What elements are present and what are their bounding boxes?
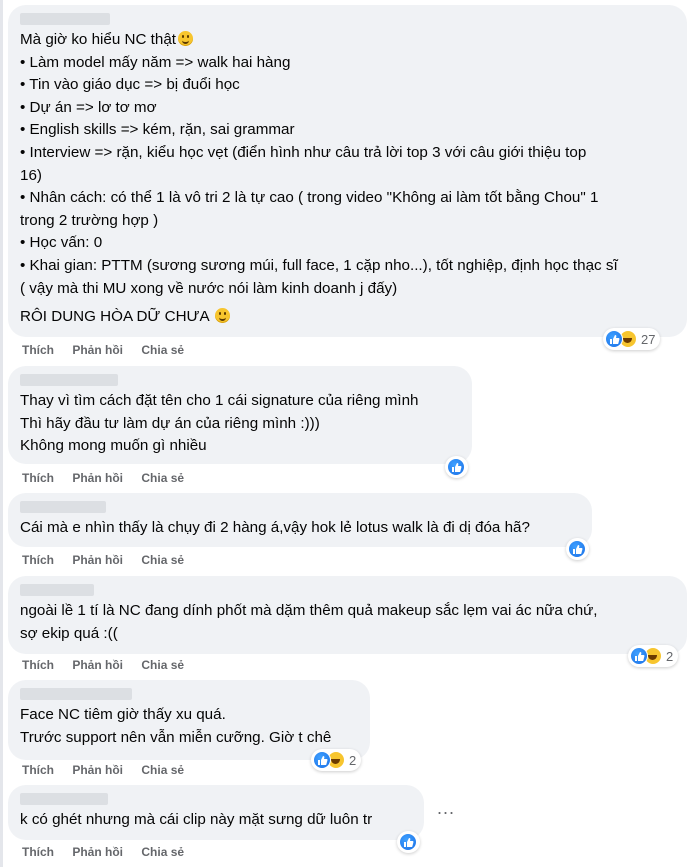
- like-reaction-icon: [447, 458, 465, 476]
- more-options-icon[interactable]: ...: [437, 798, 455, 819]
- comment-line: Trước support nên vẫn miễn cưỡng. Giờ t …: [20, 728, 332, 746]
- like-reaction-icon: [568, 540, 586, 558]
- reaction-count: 2: [666, 648, 674, 664]
- comment-line: ngoài lề 1 tí là NC đang dính phốt mà dặ…: [20, 602, 598, 619]
- like-link[interactable]: Thích: [22, 763, 54, 777]
- author-name-redacted[interactable]: [20, 13, 110, 25]
- comment-line: k có ghét nhưng mà cái clip này mặt sưng…: [20, 811, 373, 828]
- share-link[interactable]: Chia sẻ: [141, 471, 184, 485]
- reaction-summary[interactable]: 2: [311, 749, 362, 771]
- author-name-redacted[interactable]: [20, 688, 132, 700]
- reaction-count: 27: [641, 331, 656, 347]
- like-reaction-icon: [313, 751, 331, 769]
- thread-line: [0, 0, 3, 867]
- comment-bubble: k có ghét nhưng mà cái clip này mặt sưng…: [8, 785, 424, 840]
- comment-line: • English skills => kém, rặn, sai gramma…: [20, 121, 295, 139]
- share-link[interactable]: Chia sẻ: [141, 845, 184, 859]
- like-link[interactable]: Thích: [22, 553, 54, 567]
- comment-line: 16): [20, 166, 42, 184]
- share-link[interactable]: Chia sẻ: [141, 658, 184, 672]
- reaction-count: 2: [349, 752, 357, 768]
- like-link[interactable]: Thích: [22, 658, 54, 672]
- comment-line: Không mong muốn gì nhiều: [20, 437, 207, 455]
- like-reaction-icon: [399, 833, 417, 851]
- comment-line: ( vậy mà thi MU xong về nước nói làm kin…: [20, 279, 398, 297]
- comment-line: RÔI DUNG HÒA DỮ CHƯA: [20, 306, 675, 329]
- comment-bubble: Mà giờ ko hiểu NC thật • Làm model mấy n…: [8, 5, 687, 337]
- comment-actions: Thích Phản hồi Chia sẻ: [22, 471, 199, 485]
- comment-line: Mà giờ ko hiểu NC thật: [20, 29, 675, 52]
- comment-line: • Học vấn: 0: [20, 234, 103, 252]
- reaction-summary[interactable]: 2: [628, 645, 679, 667]
- share-link[interactable]: Chia sẻ: [141, 763, 184, 777]
- author-name-redacted[interactable]: [20, 584, 94, 596]
- reply-link[interactable]: Phản hồi: [72, 763, 123, 777]
- author-name-redacted[interactable]: [20, 374, 118, 386]
- like-link[interactable]: Thích: [22, 845, 54, 859]
- comment-line: • Nhân cách: có thể 1 là vô tri 2 là tự …: [20, 189, 599, 207]
- share-link[interactable]: Chia sẻ: [141, 553, 184, 567]
- comment-line: Cái mà e nhìn thấy là chụy đi 2 hàng á,v…: [20, 519, 530, 536]
- reaction-summary[interactable]: [566, 538, 589, 560]
- reply-link[interactable]: Phản hồi: [72, 471, 123, 485]
- reaction-summary[interactable]: 27: [603, 328, 661, 350]
- share-link[interactable]: Chia sẻ: [141, 343, 184, 357]
- like-link[interactable]: Thích: [22, 471, 54, 485]
- comment-line: • Tin vào giáo dục => bị đuổi học: [20, 76, 240, 94]
- comment-line: Thì hãy đầu tư làm dự án của riêng mình …: [20, 414, 320, 432]
- comment-line: • Interview => rặn, kiểu học vẹt (điển h…: [20, 143, 587, 161]
- comment-line: sợ ekip quá :((: [20, 624, 118, 642]
- comment-actions: Thích Phản hồi Chia sẻ: [22, 658, 199, 672]
- comment-actions: Thích Phản hồi Chia sẻ: [22, 553, 199, 567]
- like-reaction-icon: [630, 647, 648, 665]
- comment-bubble: Face NC tiêm giờ thấy xu quá. Trước supp…: [8, 680, 370, 760]
- comment-bubble: ngoài lề 1 tí là NC đang dính phốt mà dặ…: [8, 576, 687, 654]
- reaction-summary[interactable]: [445, 456, 468, 478]
- comment-actions: Thích Phản hồi Chia sẻ: [22, 845, 199, 859]
- comment-line: Face NC tiêm giờ thấy xu quá.: [20, 706, 226, 723]
- comment-actions: Thích Phản hồi Chia sẻ: [22, 343, 199, 357]
- like-reaction-icon: [605, 330, 623, 348]
- reply-link[interactable]: Phản hồi: [72, 553, 123, 567]
- comment-line: • Khai gian: PTTM (sương sương múi, full…: [20, 256, 618, 274]
- comment-bubble: Cái mà e nhìn thấy là chụy đi 2 hàng á,v…: [8, 493, 592, 547]
- grinning-emoji-icon: [178, 31, 193, 46]
- comment-line: • Dự án => lơ tơ mơ: [20, 98, 157, 116]
- reply-link[interactable]: Phản hồi: [72, 845, 123, 859]
- comment-actions: Thích Phản hồi Chia sẻ: [22, 763, 199, 777]
- like-link[interactable]: Thích: [22, 343, 54, 357]
- comment-line: trong 2 trường hợp ): [20, 211, 159, 229]
- comment-line: • Làm model mấy năm => walk hai hàng: [20, 53, 291, 71]
- author-name-redacted[interactable]: [20, 793, 108, 805]
- reply-link[interactable]: Phản hồi: [72, 658, 123, 672]
- comment-bubble: Thay vì tìm cách đặt tên cho 1 cái signa…: [8, 366, 472, 464]
- reaction-summary[interactable]: [397, 831, 420, 853]
- comment-line: Thay vì tìm cách đặt tên cho 1 cái signa…: [20, 392, 419, 409]
- reply-link[interactable]: Phản hồi: [72, 343, 123, 357]
- author-name-redacted[interactable]: [20, 501, 106, 513]
- grinning-emoji-icon: [215, 308, 231, 324]
